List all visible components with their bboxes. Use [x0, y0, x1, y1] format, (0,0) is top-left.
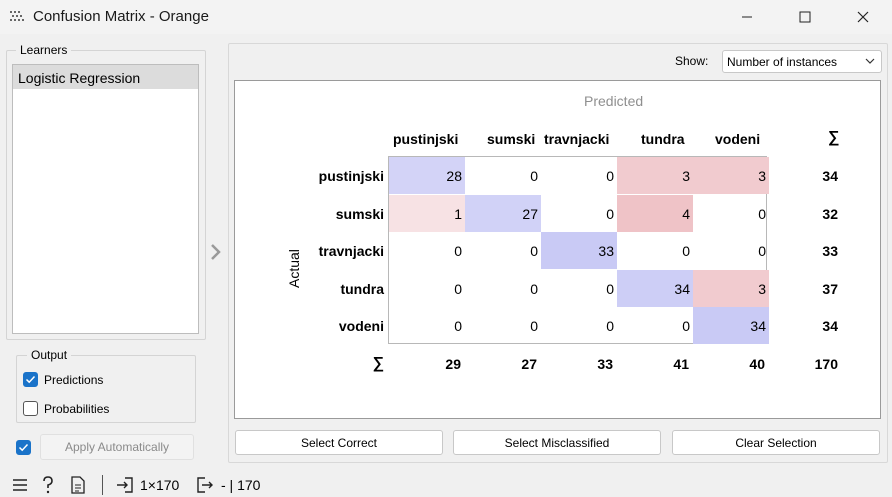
matrix-cell[interactable]: 0	[389, 270, 465, 307]
matrix-cell[interactable]: 0	[389, 307, 465, 344]
matrix-cell[interactable]: 3	[617, 157, 693, 194]
matrix-cell[interactable]: 0	[541, 307, 617, 344]
input-icon	[117, 477, 133, 493]
show-label: Show:	[675, 54, 709, 68]
matrix-cell[interactable]: 0	[617, 232, 693, 269]
report-icon[interactable]	[70, 476, 86, 494]
matrix-cell[interactable]: 28	[389, 157, 465, 194]
minimize-icon	[742, 16, 752, 18]
column-sum: 40	[749, 356, 765, 372]
matrix-cell[interactable]: 0	[465, 270, 541, 307]
row-header-pustinjski[interactable]: pustinjski	[284, 168, 384, 184]
probabilities-label: Probabilities	[44, 402, 110, 416]
select-misclassified-button[interactable]: Select Misclassified	[453, 430, 661, 455]
maximize-button[interactable]	[782, 0, 828, 34]
apply-automatically-checkbox[interactable]	[16, 440, 31, 455]
matrix-cell[interactable]: 0	[617, 307, 693, 344]
sum-header: ∑	[828, 129, 840, 146]
select-correct-button[interactable]: Select Correct	[235, 430, 443, 455]
show-dropdown-value: Number of instances	[727, 55, 838, 69]
predictions-checkbox[interactable]	[23, 372, 38, 387]
output-icon	[197, 477, 213, 493]
window-title: Confusion Matrix - Orange	[33, 8, 209, 25]
matrix-cell[interactable]: 0	[693, 232, 769, 269]
matrix-cell[interactable]: 0	[541, 157, 617, 194]
matrix-cell[interactable]: 34	[617, 269, 693, 307]
output-summary[interactable]: - | 170	[221, 477, 260, 493]
row-header-vodeni[interactable]: vodeni	[284, 318, 384, 334]
column-sum: 29	[445, 356, 461, 372]
matrix-cell[interactable]: 3	[693, 157, 769, 194]
col-header-tundra[interactable]: tundra	[641, 131, 685, 147]
minimize-button[interactable]	[724, 0, 770, 34]
matrix-cell[interactable]: 0	[693, 195, 769, 232]
output-title: Output	[27, 348, 72, 362]
column-sum: 33	[597, 356, 613, 372]
chevron-right-icon[interactable]	[209, 243, 223, 261]
probabilities-checkbox[interactable]	[23, 401, 38, 416]
matrix-cell[interactable]: 4	[617, 194, 693, 232]
matrix-cell[interactable]: 0	[389, 232, 465, 269]
help-icon[interactable]	[40, 476, 56, 494]
close-icon	[857, 11, 869, 23]
predicted-axis-label: Predicted	[584, 93, 644, 109]
learner-item[interactable]: Logistic Regression	[13, 65, 198, 89]
matrix-cell[interactable]: 33	[541, 232, 617, 269]
input-summary[interactable]: 1×170	[140, 477, 179, 493]
row-header-travnjacki[interactable]: travnjacki	[284, 243, 384, 259]
close-button[interactable]	[840, 0, 886, 34]
separator	[102, 475, 103, 495]
row-header-tundra[interactable]: tundra	[284, 281, 384, 297]
row-header-sumski[interactable]: sumski	[284, 206, 384, 222]
matrix-cell[interactable]: 0	[541, 270, 617, 307]
menu-icon[interactable]	[12, 478, 28, 492]
matrix-cell[interactable]: 3	[693, 269, 769, 307]
learners-title: Learners	[16, 43, 72, 57]
sum-row-header: ∑	[372, 355, 384, 372]
row-sum: 33	[822, 243, 838, 259]
row-sum: 34	[822, 318, 838, 334]
orange-app-icon	[10, 11, 24, 21]
learners-list[interactable]: Logistic Regression	[12, 64, 199, 334]
col-header-sumski[interactable]: sumski	[487, 131, 535, 147]
matrix-grid: 28 0 0 3 3 1 27 0 4 0 0 0 33 0 0 0 0 0 34 3 0 0 0 0 34	[388, 156, 769, 344]
status-bar: 1×170 - | 170	[0, 472, 892, 497]
maximize-icon	[799, 11, 811, 23]
column-sum: 27	[521, 356, 537, 372]
matrix-cell[interactable]: 27	[465, 194, 541, 232]
show-dropdown[interactable]: Number of instances	[722, 50, 882, 73]
column-sum: 41	[673, 356, 689, 372]
checkmark-icon	[18, 443, 29, 452]
row-sum: 34	[822, 168, 838, 184]
title-bar: Confusion Matrix - Orange	[0, 0, 892, 34]
matrix-cell[interactable]: 1	[389, 194, 465, 232]
row-sum: 32	[822, 205, 838, 222]
col-header-vodeni[interactable]: vodeni	[715, 131, 760, 147]
apply-button[interactable]: Apply Automatically	[40, 434, 194, 460]
col-header-pustinjski[interactable]: pustinjski	[393, 131, 458, 147]
matrix-cell[interactable]: 0	[465, 232, 541, 269]
matrix-cell[interactable]: 34	[693, 307, 769, 344]
grand-total: 170	[814, 356, 838, 372]
matrix-cell[interactable]: 0	[541, 195, 617, 232]
checkmark-icon	[25, 375, 36, 384]
matrix-cell[interactable]: 0	[465, 157, 541, 194]
col-header-travnjacki[interactable]: travnjacki	[544, 131, 609, 147]
predictions-label: Predictions	[44, 373, 104, 387]
matrix-cell[interactable]: 0	[465, 307, 541, 344]
row-sum: 37	[822, 280, 838, 297]
chevron-down-icon	[865, 58, 875, 64]
clear-selection-button[interactable]: Clear Selection	[672, 430, 880, 455]
